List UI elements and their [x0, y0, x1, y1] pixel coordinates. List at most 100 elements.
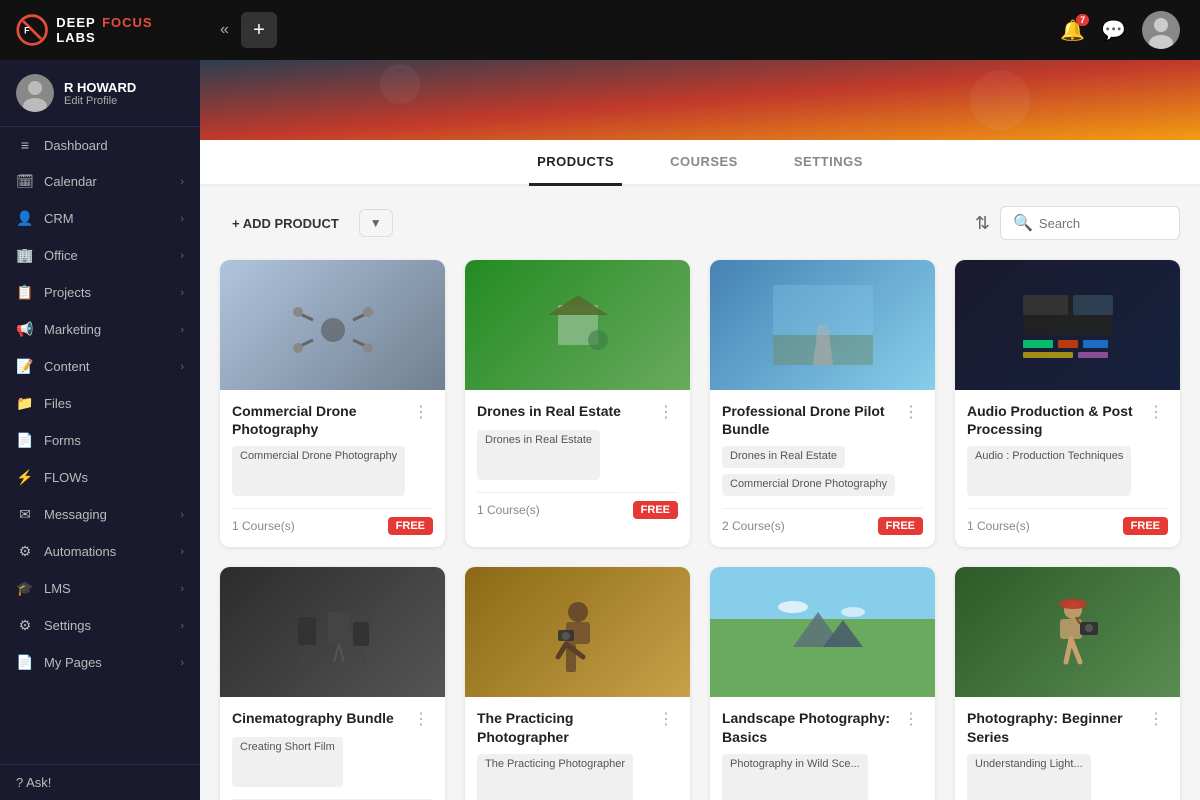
sidebar-label-lms: LMS: [44, 581, 71, 596]
product-menu-button[interactable]: ⋮: [409, 402, 433, 422]
product-menu-button[interactable]: ⋮: [654, 402, 678, 422]
product-card: Audio Production & Post Processing ⋮ Aud…: [955, 260, 1180, 547]
tab-products[interactable]: PRODUCTS: [529, 140, 622, 186]
product-card: Photography: Beginner Series ⋮ Understan…: [955, 567, 1180, 800]
topbar-left: « +: [220, 12, 277, 48]
search-icon: 🔍: [1013, 213, 1033, 233]
main-content: « + 🔔 7 💬: [200, 0, 1200, 800]
courses-count: 2 Course(s): [722, 519, 785, 533]
product-title: Commercial Drone Photography: [232, 402, 409, 438]
user-avatar-top[interactable]: [1142, 11, 1180, 49]
logo-text: DEEP FOCUS LABS: [56, 15, 184, 45]
sidebar-item-mypages[interactable]: 📄 My Pages ›: [0, 644, 200, 681]
price-badge: FREE: [878, 517, 923, 535]
toolbar-right: ⇅ 🔍: [975, 206, 1180, 240]
tab-settings[interactable]: SETTINGS: [786, 140, 871, 186]
sidebar-label-dashboard: Dashboard: [44, 138, 108, 153]
automations-icon: ⚙: [16, 543, 34, 560]
filter-dropdown-button[interactable]: ▼: [359, 209, 393, 237]
product-title: Landscape Photography: Basics: [722, 709, 899, 745]
tab-courses[interactable]: COURSES: [662, 140, 746, 186]
edit-profile-link[interactable]: Edit Profile: [64, 95, 136, 107]
forms-icon: 📄: [16, 432, 34, 449]
sidebar-item-forms[interactable]: 📄 Forms: [0, 422, 200, 459]
sidebar-item-marketing[interactable]: 📢 Marketing ›: [0, 311, 200, 348]
product-tags: Understanding Light...: [967, 754, 1168, 800]
price-badge: FREE: [633, 501, 678, 519]
products-toolbar: + ADD PRODUCT ▼ ⇅ 🔍: [220, 206, 1180, 240]
sidebar-label-flows: FLOWs: [44, 470, 88, 485]
messages-button[interactable]: 💬: [1101, 18, 1126, 43]
sidebar-logo: F DEEP FOCUS LABS: [0, 0, 200, 60]
product-grid: Commercial Drone Photography ⋮ Commercia…: [220, 260, 1180, 800]
sidebar-item-dashboard[interactable]: ≡ Dashboard: [0, 127, 200, 163]
ask-button[interactable]: ? Ask!: [0, 764, 200, 800]
product-tag: Photography in Wild Sce...: [722, 754, 868, 800]
sidebar-item-calendar[interactable]: 🗓 Calendar ›: [0, 163, 200, 200]
notifications-button[interactable]: 🔔 7: [1060, 18, 1085, 43]
product-card: Commercial Drone Photography ⋮ Commercia…: [220, 260, 445, 547]
sidebar-label-mypages: My Pages: [44, 655, 102, 670]
sidebar-label-messaging: Messaging: [44, 507, 107, 522]
calendar-icon: 🗓: [16, 173, 34, 190]
chevron-right-icon: ›: [180, 583, 184, 595]
lms-icon: 🎓: [16, 580, 34, 597]
sidebar-item-projects[interactable]: 📋 Projects ›: [0, 274, 200, 311]
sidebar-item-automations[interactable]: ⚙ Automations ›: [0, 533, 200, 570]
sidebar-item-settings[interactable]: ⚙ Settings ›: [0, 607, 200, 644]
product-title: Professional Drone Pilot Bundle: [722, 402, 899, 438]
product-card: Professional Drone Pilot Bundle ⋮ Drones…: [710, 260, 935, 547]
collapse-sidebar-button[interactable]: «: [220, 21, 229, 39]
sidebar-item-crm[interactable]: 👤 CRM ›: [0, 200, 200, 237]
chevron-right-icon: ›: [180, 657, 184, 669]
product-title: Audio Production & Post Processing: [967, 402, 1144, 438]
chevron-right-icon: ›: [180, 509, 184, 521]
add-button[interactable]: +: [241, 12, 277, 48]
add-product-button[interactable]: + ADD PRODUCT: [220, 208, 351, 239]
projects-icon: 📋: [16, 284, 34, 301]
hero-banner: [200, 60, 1200, 140]
search-input[interactable]: [1039, 216, 1167, 231]
sidebar-label-marketing: Marketing: [44, 322, 101, 337]
product-menu-button[interactable]: ⋮: [1144, 709, 1168, 729]
product-menu-button[interactable]: ⋮: [899, 402, 923, 422]
sidebar-label-crm: CRM: [44, 211, 74, 226]
chevron-right-icon: ›: [180, 176, 184, 188]
content-icon: 📝: [16, 358, 34, 375]
notification-badge: 7: [1076, 14, 1089, 26]
product-menu-button[interactable]: ⋮: [654, 709, 678, 729]
product-menu-button[interactable]: ⋮: [1144, 402, 1168, 422]
office-icon: 🏢: [16, 247, 34, 264]
sidebar-item-content[interactable]: 📝 Content ›: [0, 348, 200, 385]
product-menu-button[interactable]: ⋮: [409, 709, 433, 729]
files-icon: 📁: [16, 395, 34, 412]
product-tag: Drones in Real Estate: [722, 446, 845, 468]
topbar: « + 🔔 7 💬: [200, 0, 1200, 60]
tab-bar: PRODUCTS COURSES SETTINGS: [200, 140, 1200, 186]
chevron-right-icon: ›: [180, 361, 184, 373]
search-box: 🔍: [1000, 206, 1180, 240]
product-tag: Creating Short Film: [232, 737, 343, 787]
chevron-right-icon: ›: [180, 250, 184, 262]
sidebar-item-files[interactable]: 📁 Files: [0, 385, 200, 422]
sidebar-item-flows[interactable]: ⚡ FLOWs: [0, 459, 200, 496]
sidebar-item-messaging[interactable]: ✉ Messaging ›: [0, 496, 200, 533]
product-title: Photography: Beginner Series: [967, 709, 1144, 745]
topbar-right: 🔔 7 💬: [1060, 11, 1180, 49]
price-badge: FREE: [1123, 517, 1168, 535]
profile-info: R HOWARD Edit Profile: [64, 80, 136, 107]
sidebar-label-settings: Settings: [44, 618, 91, 633]
user-profile[interactable]: R HOWARD Edit Profile: [0, 60, 200, 127]
product-tags: Photography in Wild Sce...: [722, 754, 923, 800]
sort-button[interactable]: ⇅: [975, 213, 990, 234]
product-tags: Creating Short Film: [232, 737, 433, 787]
content-area: + ADD PRODUCT ▼ ⇅ 🔍: [200, 186, 1200, 800]
sidebar-item-office[interactable]: 🏢 Office ›: [0, 237, 200, 274]
product-tag: Commercial Drone Photography: [232, 446, 405, 496]
product-tag: Audio : Production Techniques: [967, 446, 1131, 496]
product-menu-button[interactable]: ⋮: [899, 709, 923, 729]
sidebar-item-lms[interactable]: 🎓 LMS ›: [0, 570, 200, 607]
product-tags: Audio : Production Techniques: [967, 446, 1168, 496]
sidebar-label-automations: Automations: [44, 544, 116, 559]
flows-icon: ⚡: [16, 469, 34, 486]
